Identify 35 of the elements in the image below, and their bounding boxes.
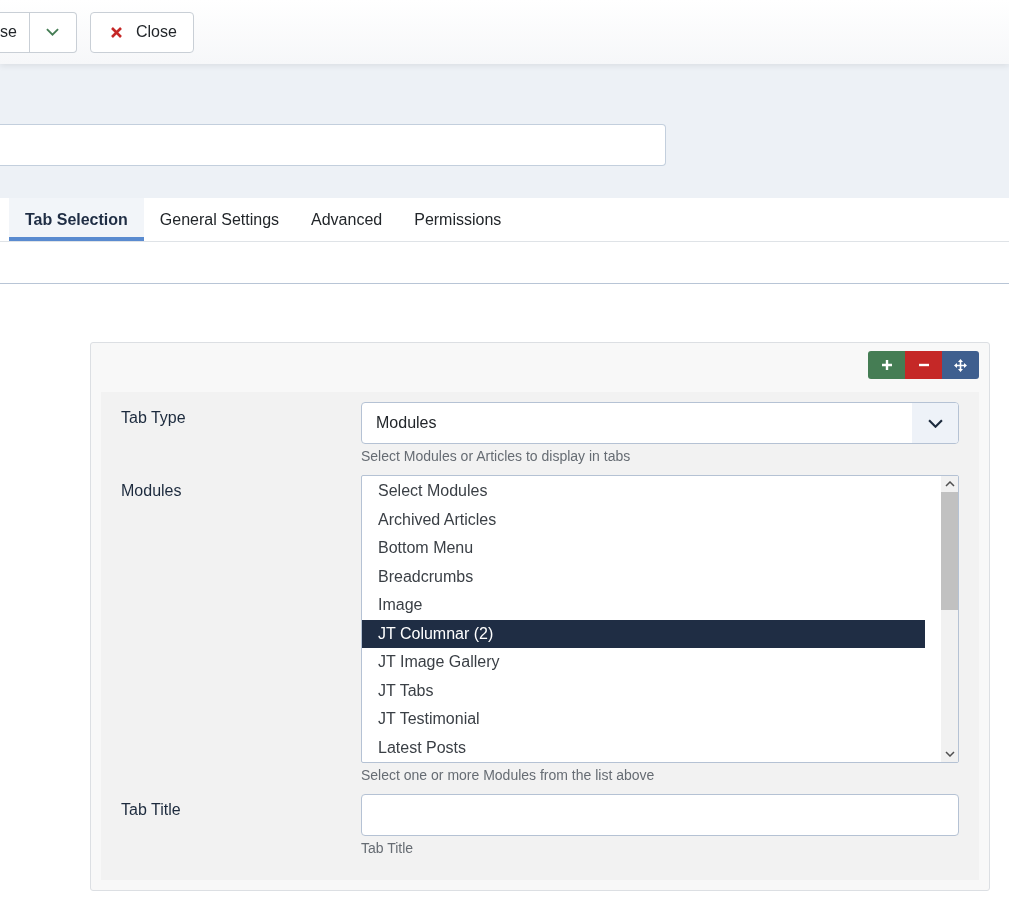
list-option[interactable]: JT Columnar (2) [362,619,925,648]
select-caret[interactable] [912,403,958,443]
tab[interactable]: Tab Selection [9,198,144,241]
field-label: Tab Title [121,800,181,819]
plus-icon [880,359,893,371]
list-option[interactable]: Image [362,591,925,620]
move-button[interactable] [942,351,979,379]
tab-type-select[interactable]: Modules [361,402,959,444]
tab-title-input[interactable] [361,794,959,836]
list-option[interactable]: JT Testimonial [362,705,925,734]
list-option[interactable]: Select Modules [362,477,925,506]
list-option[interactable]: JT Tabs [362,676,925,705]
modules-listbox[interactable]: Select Modules Archived Articles Bottom Menu Breadcrumbs Image JT Columnar (2) JT Image Gallery JT Tabs JT Testimonial Latest Posts [361,475,959,763]
list-option[interactable]: Archived Articles [362,505,925,534]
list-option[interactable]: Bottom Menu [362,534,925,563]
close-icon [110,26,122,38]
dropdown-toggle-button[interactable] [29,11,77,53]
chevron-down-icon [927,418,943,428]
field-label: Modules [121,481,182,500]
add-button[interactable] [868,351,905,379]
list-option[interactable]: JT Image Gallery [362,648,925,677]
help-text: Select one or more Modules from the list above [361,767,655,783]
select-value: Modules [375,413,438,433]
title-input[interactable] [0,124,666,166]
help-text: Select Modules or Articles to display in tabs [361,448,631,464]
field-label: Tab Type [121,408,186,427]
move-arrows-icon [954,358,967,372]
scrollbar[interactable] [941,476,958,762]
list-option[interactable]: Latest Posts [362,733,925,762]
close-button[interactable]: Close [89,11,194,53]
help-text: Tab Title [361,840,414,856]
save-close-button[interactable]: se [0,11,30,53]
list-option[interactable]: Breadcrumbs [362,562,925,591]
minus-icon [917,363,930,367]
chevron-down-icon [46,28,60,36]
